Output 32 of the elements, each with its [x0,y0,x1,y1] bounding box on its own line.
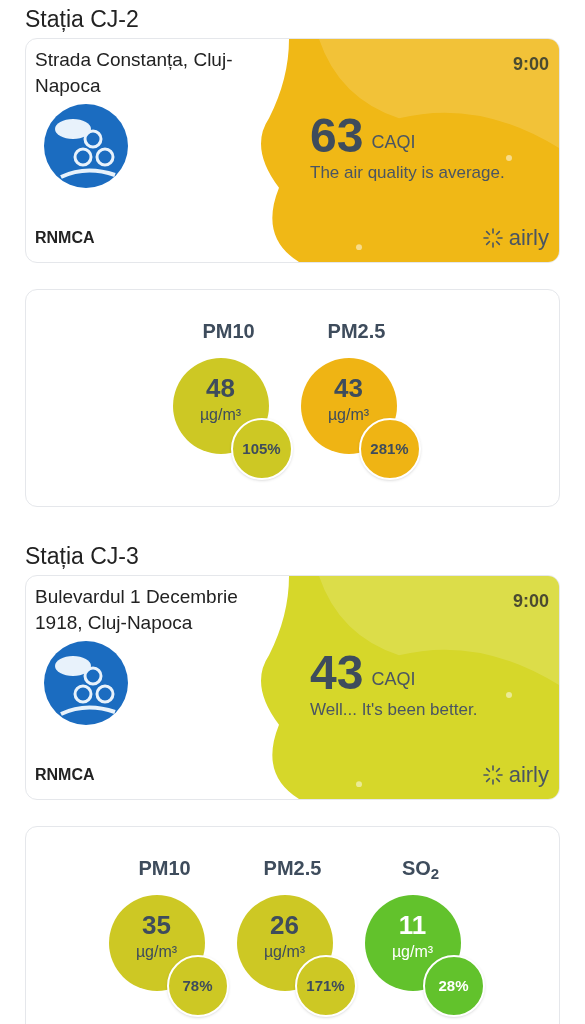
index-unit: CAQI [371,131,416,154]
quality-description: The air quality is average. [310,162,506,184]
pollutant-name: PM2.5 [263,856,322,881]
sun-dash-icon [480,762,505,787]
concentration-value: 26 [270,910,299,940]
pollutant-name: PM2.5 [327,319,386,344]
station-address: Bulevardul 1 Decembrie 1918, Cluj-Napoca [35,585,239,635]
pollutant-name: SO$_{2}$ [401,856,440,883]
station-title: Stația CJ-2 [25,5,140,34]
index-value: 63 [310,112,364,160]
pollutant-name: PM10 [138,856,191,881]
concentration-value: 48 [206,373,235,403]
station-card[interactable]: Strada Constanța, Cluj-Napoca RNMCA 9:00 63 CAQI The air quality is average. airly [25,38,560,263]
pollutant-name: PM10 [202,319,255,344]
station-title: Stația CJ-3 [25,542,140,571]
quality-description: Well... It's been better. [310,699,479,721]
cloud-spiral-icon [43,103,129,189]
brand-logo: airly [508,224,549,252]
concentration-value: 35 [142,910,171,940]
concentration-value: 43 [334,373,363,403]
update-time: 9:00 [512,590,549,613]
index-value: 43 [310,649,364,697]
brand-logo: airly [508,761,549,789]
update-time: 9:00 [512,53,549,76]
station-address: Strada Constanța, Cluj-Napoca [35,48,234,98]
concentration-value: 11 [398,910,427,940]
provider-label: RNMCA [35,228,96,248]
sun-dash-icon [480,225,505,250]
index-unit: CAQI [371,668,416,691]
station-card[interactable]: Bulevardul 1 Decembrie 1918, Cluj-Napoca RNMCA 9:00 43 CAQI Well... It's been better. airly [25,575,560,800]
cloud-spiral-icon [43,640,129,726]
provider-label: RNMCA [35,765,96,785]
